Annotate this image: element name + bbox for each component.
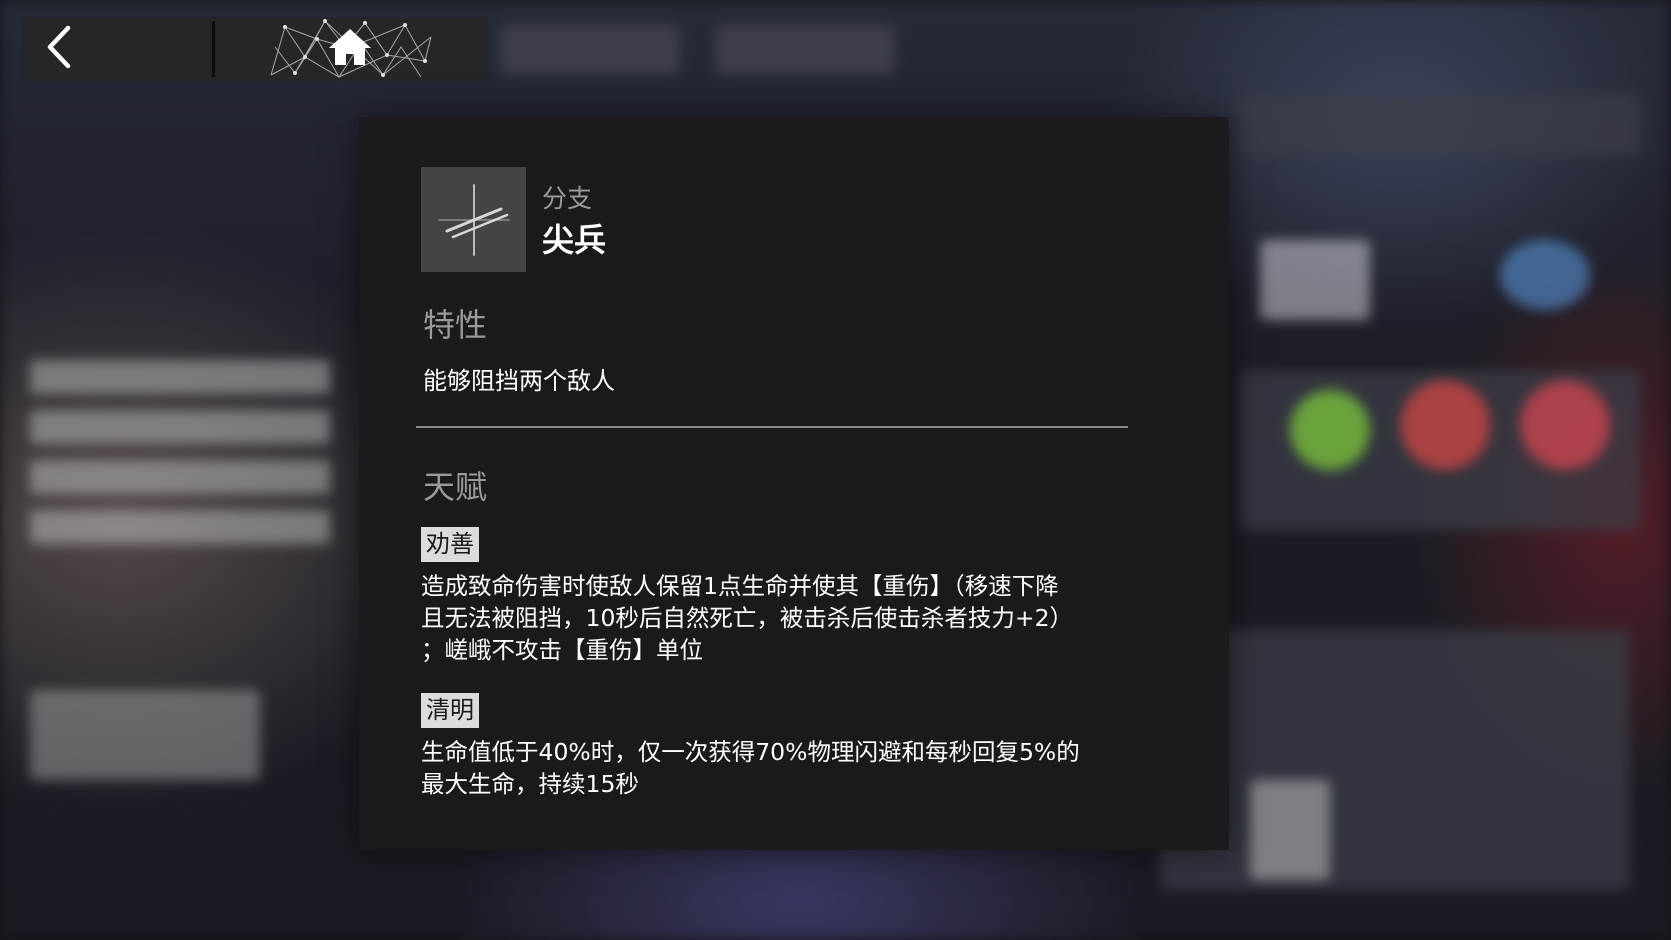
operator-info-panel: 分支 尖兵 特性 能够阻挡两个敌人 天赋 劝善 造成致命伤害时使敌人保留1点生命… (359, 117, 1229, 850)
back-button[interactable] (22, 17, 212, 81)
branch-label: 分支 (542, 184, 593, 213)
branch-name: 尖兵 (542, 221, 607, 259)
home-icon (327, 27, 373, 71)
talent-description: 造成致命伤害时使敌人保留1点生命并使其【重伤】（移速下降 且无法被阻挡，10秒后… (421, 572, 1074, 664)
trait-title: 特性 (423, 306, 488, 344)
talents-title: 天赋 (423, 468, 488, 506)
vanguard-branch-icon (421, 167, 526, 272)
home-button[interactable] (215, 17, 485, 81)
section-divider (416, 426, 1128, 428)
top-navigation-bar (22, 17, 488, 81)
talent-description: 生命值低于40%时，仅一次获得70%物理闪避和每秒回复5%的 最大生命，持续15… (421, 738, 1080, 798)
trait-description: 能够阻挡两个敌人 (423, 367, 615, 395)
talent-name-tag: 劝善 (421, 527, 479, 562)
chevron-left-icon (42, 24, 76, 74)
talent-name-tag: 清明 (421, 693, 479, 728)
